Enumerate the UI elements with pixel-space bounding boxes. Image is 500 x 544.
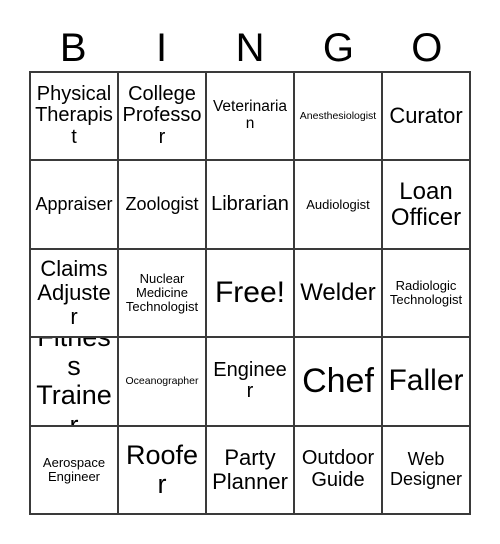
bingo-cell-label: Welder bbox=[300, 279, 376, 307]
bingo-cell[interactable]: Faller bbox=[383, 338, 471, 427]
bingo-free-cell[interactable]: Free! bbox=[207, 249, 295, 339]
bingo-cell-label: Party Planner bbox=[212, 445, 288, 494]
bingo-cell[interactable]: Audiologist bbox=[295, 161, 383, 250]
bingo-cell-label: Fitness Trainer bbox=[36, 338, 112, 427]
bingo-cell-label: Librarian bbox=[211, 192, 289, 215]
bingo-cell[interactable]: College Professor bbox=[119, 73, 207, 162]
bingo-cell[interactable]: Engineer bbox=[207, 338, 295, 427]
bingo-cell-label: Physical Therapist bbox=[35, 82, 113, 148]
bingo-cell-label: College Professor bbox=[122, 82, 202, 148]
bingo-header-letter-i: I bbox=[156, 26, 168, 70]
bingo-cell-label: Engineer bbox=[213, 358, 287, 403]
bingo-header-letter-g: G bbox=[322, 26, 354, 70]
bingo-cell[interactable]: Oceanographer bbox=[119, 338, 207, 427]
bingo-cell[interactable]: Aerospace Engineer bbox=[31, 426, 119, 515]
bingo-grid: Physical Therapist College Professor Veter… bbox=[29, 71, 471, 515]
bingo-cell[interactable]: Nuclear Medicine Technologist bbox=[119, 249, 207, 339]
bingo-header-letter-o: O bbox=[411, 26, 443, 70]
bingo-cell-label: Faller bbox=[388, 364, 464, 398]
bingo-cell[interactable]: Curator bbox=[383, 73, 471, 162]
bingo-cell-label: Chef bbox=[302, 362, 374, 401]
bingo-cell[interactable]: Appraiser bbox=[31, 161, 119, 250]
bingo-header-letter-n: N bbox=[235, 26, 265, 70]
bingo-cell-label: Aerospace Engineer bbox=[42, 454, 106, 484]
bingo-cell[interactable]: Web Designer bbox=[383, 426, 471, 515]
bingo-cell-label: Outdoor Guide bbox=[301, 447, 375, 491]
bingo-cell-label: Zoologist bbox=[125, 193, 199, 214]
bingo-cell[interactable]: Chef bbox=[295, 338, 383, 427]
bingo-cell[interactable]: Fitness Trainer bbox=[31, 338, 119, 427]
bingo-cell-label: Veterinarian bbox=[212, 98, 288, 133]
bingo-card: B I N G O Physical Therapist College Prof… bbox=[0, 0, 500, 544]
bingo-cell[interactable]: Veterinarian bbox=[207, 73, 295, 162]
bingo-cell-label: Audiologist bbox=[306, 196, 370, 212]
bingo-cell[interactable]: Radiologic Technologist bbox=[383, 249, 471, 339]
bingo-cell[interactable]: Zoologist bbox=[119, 161, 207, 250]
bingo-cell-label: Loan Officer bbox=[390, 177, 462, 231]
bingo-cell[interactable]: Roofer bbox=[119, 426, 207, 515]
bingo-cell[interactable]: Librarian bbox=[207, 161, 295, 250]
bingo-cell-label: Anesthesiologist bbox=[299, 109, 377, 122]
bingo-cell-label: Free! bbox=[214, 275, 286, 309]
bingo-cell-label: Roofer bbox=[125, 439, 199, 499]
bingo-cell[interactable]: Physical Therapist bbox=[31, 73, 119, 162]
bingo-cell-label: Web Designer bbox=[389, 449, 463, 489]
bingo-cell[interactable]: Outdoor Guide bbox=[295, 426, 383, 515]
bingo-cell-label: Oceanographer bbox=[125, 374, 199, 387]
bingo-cell[interactable]: Loan Officer bbox=[383, 161, 471, 250]
bingo-cell-label: Curator bbox=[389, 103, 463, 129]
bingo-cell[interactable]: Anesthesiologist bbox=[295, 73, 383, 162]
bingo-cell-label: Radiologic Technologist bbox=[389, 277, 463, 307]
bingo-cell[interactable]: Claims Adjuster bbox=[31, 249, 119, 339]
bingo-cell[interactable]: Party Planner bbox=[207, 426, 295, 515]
bingo-header-letter-b: B bbox=[59, 26, 87, 70]
bingo-cell-label: Appraiser bbox=[35, 193, 113, 214]
bingo-cell[interactable]: Welder bbox=[295, 249, 383, 339]
bingo-header: B I N G O bbox=[29, 14, 471, 71]
bingo-cell-label: Nuclear Medicine Technologist bbox=[125, 270, 199, 314]
bingo-cell-label: Claims Adjuster bbox=[37, 256, 111, 329]
